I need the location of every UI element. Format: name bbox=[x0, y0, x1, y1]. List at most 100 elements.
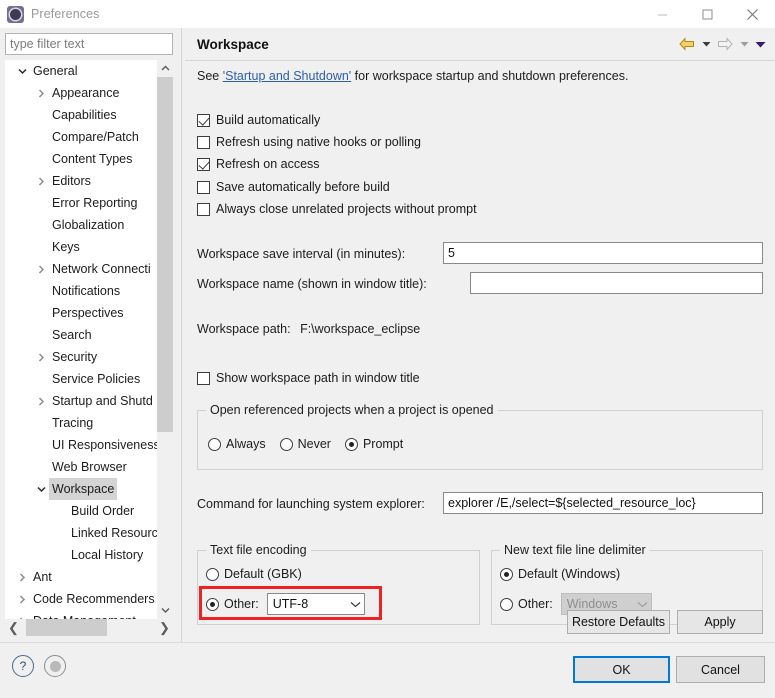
chevron-down-icon[interactable] bbox=[33, 478, 49, 500]
maximize-icon[interactable] bbox=[685, 0, 730, 28]
tree-item-local-history[interactable]: Local History bbox=[5, 544, 157, 566]
navigation-pane: type filter text General Appearance Capabi… bbox=[0, 28, 185, 642]
encoding-default-row[interactable]: Default (GBK) bbox=[206, 567, 316, 581]
chevron-down-icon bbox=[344, 601, 361, 608]
tree-item-content-types[interactable]: Content Types bbox=[5, 148, 157, 170]
checkbox-show-workspace-path[interactable]: Show workspace path in window title bbox=[197, 367, 420, 389]
tree-item-compare-patch[interactable]: Compare/Patch bbox=[5, 126, 157, 148]
tree-item-linked-resourc[interactable]: Linked Resourc bbox=[5, 522, 157, 544]
tree-item-build-order[interactable]: Build Order bbox=[5, 500, 157, 522]
chevron-right-icon[interactable] bbox=[33, 82, 49, 104]
tree-item-label: Security bbox=[52, 350, 98, 364]
startup-shutdown-link[interactable]: 'Startup and Shutdown' bbox=[223, 69, 351, 83]
tree-item-notifications[interactable]: Notifications bbox=[5, 280, 157, 302]
checkbox-label: Refresh on access bbox=[216, 157, 320, 171]
close-icon[interactable] bbox=[730, 0, 775, 28]
cancel-button[interactable]: Cancel bbox=[676, 656, 765, 683]
back-arrow-icon[interactable] bbox=[677, 34, 697, 54]
tree-horizontal-scrollbar[interactable]: ❮ ❯ bbox=[5, 619, 173, 636]
chevron-right-icon[interactable] bbox=[14, 610, 30, 619]
tree-item-network-connecti[interactable]: Network Connecti bbox=[5, 258, 157, 280]
tree-item-ui-responsiveness[interactable]: UI Responsiveness bbox=[5, 434, 157, 456]
checkbox-refresh-on-access[interactable]: Refresh on access bbox=[197, 153, 320, 175]
encoding-other-row[interactable]: Other: UTF-8 bbox=[206, 593, 365, 615]
encoding-combo[interactable]: UTF-8 bbox=[266, 593, 365, 615]
tree-item-perspectives[interactable]: Perspectives bbox=[5, 302, 157, 324]
radio-dot bbox=[500, 597, 513, 611]
chevron-right-icon[interactable] bbox=[33, 346, 49, 368]
radio-prompt[interactable]: Prompt bbox=[344, 437, 404, 451]
tree-item-appearance[interactable]: Appearance bbox=[5, 82, 157, 104]
hscrollbar-thumb[interactable] bbox=[26, 619, 107, 636]
radio-encoding-other[interactable]: Other: bbox=[206, 597, 259, 611]
checkbox-save-before-build[interactable]: Save automatically before build bbox=[197, 176, 390, 198]
radio-delimiter-other[interactable]: Other: bbox=[500, 597, 553, 611]
tree-item-label: Globalization bbox=[52, 218, 125, 232]
open-referenced-group: Open referenced projects when a project … bbox=[197, 403, 763, 470]
checkbox-box bbox=[197, 202, 210, 216]
tree-item-security[interactable]: Security bbox=[5, 346, 157, 368]
help-question-icon[interactable]: ? bbox=[12, 655, 34, 677]
tree-vertical-scrollbar[interactable] bbox=[157, 60, 173, 619]
tree-item-ant[interactable]: Ant bbox=[5, 566, 157, 588]
scroll-right-icon[interactable]: ❯ bbox=[156, 619, 173, 636]
tree-item-code-recommenders[interactable]: Code Recommenders bbox=[5, 588, 157, 610]
back-dropdown-icon[interactable] bbox=[699, 34, 713, 54]
preferences-dialog: Preferences type filter text General Appe… bbox=[0, 0, 775, 698]
tree-item-editors[interactable]: Editors bbox=[5, 170, 157, 192]
tree-item-label: Local History bbox=[71, 548, 144, 562]
radio-never[interactable]: Never bbox=[279, 437, 331, 451]
chevron-right-icon[interactable] bbox=[33, 170, 49, 192]
checkbox-close-unrelated-projects[interactable]: Always close unrelated projects without … bbox=[197, 198, 477, 220]
chevron-down-icon bbox=[631, 601, 648, 608]
tree-item-startup-and-shutd[interactable]: Startup and Shutd bbox=[5, 390, 157, 412]
radio-encoding-default[interactable]: Default (GBK) bbox=[206, 567, 302, 581]
tree-item-capabilities[interactable]: Capabilities bbox=[5, 104, 157, 126]
radio-delimiter-default[interactable]: Default (Windows) bbox=[500, 567, 620, 581]
radio-label: Never bbox=[297, 437, 331, 451]
encoding-combo-value: UTF-8 bbox=[272, 597, 309, 611]
tree-item-web-browser[interactable]: Web Browser bbox=[5, 456, 157, 478]
explorer-command-value: explorer /E,/select=${selected_resource_… bbox=[448, 496, 696, 510]
tree-item-keys[interactable]: Keys bbox=[5, 236, 157, 258]
page-nav-toolbar bbox=[677, 34, 775, 54]
chevron-right-icon[interactable] bbox=[33, 390, 49, 412]
chevron-right-icon[interactable] bbox=[14, 566, 30, 588]
apply-button[interactable]: Apply bbox=[677, 610, 763, 634]
tree-item-search[interactable]: Search bbox=[5, 324, 157, 346]
window-title: Preferences bbox=[31, 7, 100, 21]
tree-item-general[interactable]: General bbox=[5, 60, 157, 82]
tree-item-service-policies[interactable]: Service Policies bbox=[5, 368, 157, 390]
tree-item-data-management[interactable]: Data Management bbox=[5, 610, 157, 619]
checkbox-build-automatically[interactable]: Build automatically bbox=[197, 109, 320, 131]
radio-always[interactable]: Always bbox=[208, 437, 266, 451]
scroll-up-icon[interactable] bbox=[157, 60, 173, 77]
tree-item-label: Error Reporting bbox=[52, 196, 138, 210]
filter-input[interactable]: type filter text bbox=[5, 33, 173, 55]
scroll-down-icon[interactable] bbox=[157, 602, 173, 619]
checkbox-refresh-native-hooks[interactable]: Refresh using native hooks or polling bbox=[197, 131, 421, 153]
preferences-tree[interactable]: General Appearance Capabilities Compare/Pat… bbox=[5, 60, 173, 619]
tree-item-workspace[interactable]: Workspace bbox=[5, 478, 157, 500]
chevron-down-icon[interactable] bbox=[14, 60, 30, 82]
scrollbar-thumb[interactable] bbox=[157, 77, 173, 432]
ok-button[interactable]: OK bbox=[573, 656, 670, 683]
tree-item-tracing[interactable]: Tracing bbox=[5, 412, 157, 434]
scroll-left-icon[interactable]: ❮ bbox=[5, 619, 22, 636]
workspace-name-input[interactable] bbox=[470, 272, 763, 294]
restore-defaults-button[interactable]: Restore Defaults bbox=[567, 610, 670, 634]
minimize-icon[interactable] bbox=[640, 0, 685, 28]
chevron-right-icon[interactable] bbox=[33, 258, 49, 280]
resize-grip-icon[interactable] bbox=[44, 655, 66, 677]
view-menu-icon[interactable] bbox=[753, 34, 767, 54]
page-title: Workspace bbox=[197, 36, 269, 52]
save-interval-input[interactable]: 5 bbox=[443, 242, 763, 264]
chevron-right-icon[interactable] bbox=[14, 588, 30, 610]
delimiter-default-row[interactable]: Default (Windows) bbox=[500, 567, 634, 581]
tree-item-error-reporting[interactable]: Error Reporting bbox=[5, 192, 157, 214]
tree-item-globalization[interactable]: Globalization bbox=[5, 214, 157, 236]
open-referenced-title: Open referenced projects when a project … bbox=[206, 403, 498, 417]
delimiter-combo-value: Windows bbox=[566, 597, 618, 611]
explorer-command-input[interactable]: explorer /E,/select=${selected_resource_… bbox=[443, 492, 763, 514]
radio-label: Prompt bbox=[362, 437, 404, 451]
